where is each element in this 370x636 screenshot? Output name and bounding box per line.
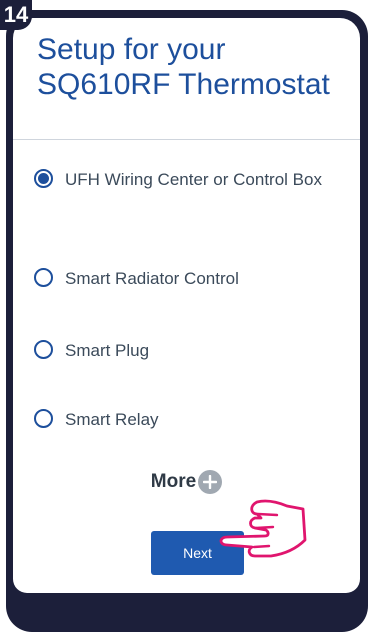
- radio-unselected-icon[interactable]: [34, 268, 53, 287]
- pointing-hand-icon: [219, 499, 307, 558]
- option-label: Smart Relay: [65, 410, 159, 429]
- option-label: Smart Plug: [65, 341, 150, 360]
- option-ufh-wiring-center[interactable]: UFH Wiring Center or Control Box: [34, 168, 350, 191]
- page-title: Setup for your SQ610RF Thermostat: [37, 33, 330, 101]
- option-label: Smart Radiator Control: [65, 269, 239, 288]
- option-smart-relay[interactable]: Smart Relay: [34, 408, 350, 431]
- option-smart-radiator-control[interactable]: Smart Radiator Control: [34, 267, 350, 290]
- option-smart-plug[interactable]: Smart Plug: [34, 339, 350, 362]
- phone-frame: Setup for your SQ610RF Thermostat UFH Wi…: [6, 10, 368, 632]
- plus-circle-icon[interactable]: [198, 470, 223, 494]
- radio-unselected-icon[interactable]: [34, 340, 53, 359]
- more-button[interactable]: More: [13, 470, 360, 494]
- header-divider: [13, 139, 360, 140]
- radio-selected-icon[interactable]: [34, 169, 53, 188]
- screen: Setup for your SQ610RF Thermostat UFH Wi…: [13, 18, 360, 593]
- step-number-badge: 14: [0, 0, 32, 30]
- more-label: More: [150, 471, 197, 492]
- radio-unselected-icon[interactable]: [34, 409, 53, 428]
- option-label: UFH Wiring Center or Control Box: [65, 170, 322, 189]
